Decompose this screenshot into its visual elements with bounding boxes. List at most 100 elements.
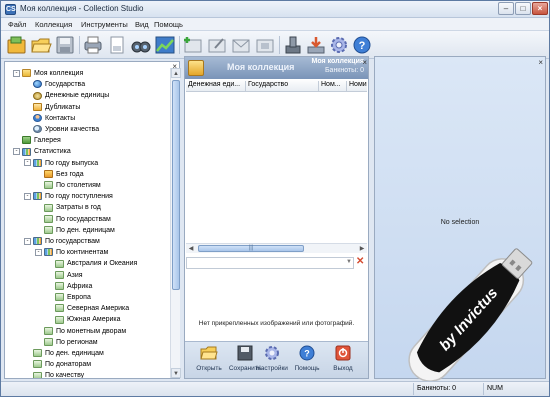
tree-item[interactable]: По ден. единицам bbox=[24, 348, 104, 359]
save-icon[interactable] bbox=[54, 34, 76, 56]
tree-item[interactable]: Контакты bbox=[24, 113, 75, 124]
collapse-toggle-icon[interactable]: - bbox=[24, 192, 31, 200]
tree-item-label: По континентам bbox=[56, 249, 109, 257]
hscroll-thumb[interactable]: ||| bbox=[198, 245, 304, 252]
tree-item[interactable]: Государства bbox=[24, 79, 85, 90]
image-selector[interactable]: ▼ bbox=[186, 257, 354, 269]
folder-icon bbox=[22, 69, 31, 78]
tree-item[interactable]: Галерея bbox=[13, 135, 61, 146]
scroll-thumb[interactable] bbox=[172, 80, 180, 290]
scroll-right-icon[interactable]: ▶ bbox=[357, 244, 367, 254]
no-images-text: Нет прикрепленных изображений или фотогр… bbox=[198, 320, 355, 327]
tree-item[interactable]: Уровни качества bbox=[24, 124, 99, 135]
sub-icon bbox=[55, 293, 64, 302]
chart-icon[interactable] bbox=[154, 34, 176, 56]
item-icon[interactable] bbox=[254, 34, 276, 56]
menu-file[interactable]: Файл bbox=[8, 20, 26, 29]
menu-help[interactable]: Помощь bbox=[154, 20, 183, 29]
tree-item[interactable]: Европа bbox=[46, 292, 91, 303]
close-button[interactable]: × bbox=[532, 2, 548, 15]
column-country[interactable]: Государство bbox=[246, 81, 319, 91]
remove-icon[interactable]: ✕ bbox=[356, 256, 364, 267]
help-icon[interactable]: ? bbox=[351, 34, 373, 56]
download-icon[interactable] bbox=[305, 34, 327, 56]
edit-item-icon[interactable] bbox=[206, 34, 228, 56]
tree-item[interactable]: Африка bbox=[46, 281, 92, 292]
panel-close-icon[interactable]: × bbox=[362, 58, 367, 67]
tree-item[interactable]: По монетным дворам bbox=[35, 326, 126, 337]
tree-item[interactable]: - По году выпуска bbox=[24, 158, 98, 169]
svg-text:?: ? bbox=[304, 349, 310, 359]
mag-icon bbox=[33, 125, 42, 134]
open-folder-icon[interactable] bbox=[30, 34, 52, 56]
tree-item[interactable]: Северная Америка bbox=[46, 303, 129, 314]
tree-item[interactable]: По донаторам bbox=[24, 359, 91, 370]
menu-tools[interactable]: Инструменты bbox=[81, 20, 128, 29]
sub-icon bbox=[55, 281, 64, 290]
column-currency[interactable]: Денежная еди... bbox=[186, 81, 246, 91]
settings-button[interactable]: Настройки bbox=[255, 344, 289, 378]
tree-item[interactable]: По государствам bbox=[35, 214, 111, 225]
chart-icon bbox=[33, 158, 42, 167]
menu-view[interactable]: Вид bbox=[135, 20, 149, 29]
tree-item[interactable]: - По государствам bbox=[24, 236, 100, 247]
title-bar[interactable]: CS Моя коллекция - Collection Studio – □… bbox=[1, 1, 549, 18]
tree-item-label: Австралия и Океания bbox=[67, 260, 138, 268]
tree-item[interactable]: Южная Америка bbox=[46, 314, 121, 325]
collapse-toggle-icon[interactable]: - bbox=[35, 248, 42, 256]
tree-item[interactable]: Денежные единицы bbox=[24, 90, 109, 101]
tree-item[interactable]: - По году поступления bbox=[24, 191, 113, 202]
tree-item[interactable]: Австралия и Океания bbox=[46, 258, 137, 269]
dup-icon bbox=[33, 102, 42, 111]
tree-item-label: Азия bbox=[67, 271, 83, 279]
tree-item[interactable]: Без года bbox=[35, 169, 84, 180]
column-nominal-short[interactable]: Ном... bbox=[319, 81, 347, 91]
no-selection-text: No selection bbox=[440, 219, 480, 226]
tree-item[interactable]: По столетиям bbox=[35, 180, 101, 191]
binoculars-icon[interactable] bbox=[130, 34, 152, 56]
scroll-up-icon[interactable]: ▲ bbox=[171, 68, 181, 78]
table-header: Денежная еди... Государство Ном... Номин bbox=[186, 80, 367, 92]
status-num: NUM bbox=[483, 383, 547, 395]
minimize-button[interactable]: – bbox=[498, 2, 514, 15]
maximize-button[interactable]: □ bbox=[515, 2, 531, 15]
tree-item[interactable]: По регионам bbox=[35, 337, 98, 348]
tree-item[interactable]: - Моя коллекция bbox=[13, 68, 83, 79]
collapse-toggle-icon[interactable]: - bbox=[13, 69, 20, 77]
tree-item[interactable]: Затраты в год bbox=[35, 202, 101, 213]
collapse-toggle-icon[interactable]: - bbox=[13, 148, 20, 156]
tree-item-label: Галерея bbox=[34, 137, 61, 145]
page-icon[interactable] bbox=[106, 34, 128, 56]
column-nominal[interactable]: Номин bbox=[347, 81, 367, 91]
tree-item[interactable]: Дубликаты bbox=[24, 102, 80, 113]
exit-button[interactable]: Выход bbox=[326, 344, 360, 378]
tree-item[interactable]: Азия bbox=[46, 270, 83, 281]
toolbar: ? bbox=[1, 31, 549, 59]
menu-collection[interactable]: Коллекция bbox=[35, 20, 72, 29]
settings-icon[interactable] bbox=[328, 34, 350, 56]
print-icon[interactable] bbox=[82, 34, 104, 56]
tree-item[interactable]: По качеству bbox=[24, 370, 84, 378]
tree-item[interactable]: - По континентам bbox=[35, 247, 108, 258]
usb-stick-watermark: by Invictus bbox=[408, 248, 533, 382]
tree-item-label: Денежные единицы bbox=[45, 92, 110, 100]
open-collection-icon[interactable] bbox=[6, 34, 28, 56]
help-button[interactable]: ? Помощь bbox=[290, 344, 324, 378]
scroll-left-icon[interactable]: ◀ bbox=[186, 244, 196, 254]
panel-close-icon[interactable]: × bbox=[538, 58, 543, 67]
collapse-toggle-icon[interactable]: - bbox=[24, 237, 31, 245]
stamp-icon[interactable] bbox=[282, 34, 304, 56]
tree-item-label: По регионам bbox=[56, 338, 98, 346]
tree-item[interactable]: По ден. единицам bbox=[35, 225, 115, 236]
chevron-down-icon[interactable]: ▼ bbox=[346, 259, 352, 265]
table-hscrollbar[interactable]: ◀ ||| ▶ bbox=[186, 243, 367, 253]
mail-icon[interactable] bbox=[230, 34, 252, 56]
settings-icon bbox=[265, 346, 279, 360]
open-button[interactable]: Открыть bbox=[192, 344, 226, 378]
tree-scrollbar[interactable]: ▲ ▼ bbox=[170, 68, 181, 378]
tree-item[interactable]: - Статистика bbox=[13, 146, 71, 157]
collapse-toggle-icon[interactable]: - bbox=[24, 159, 31, 167]
collection-owner: Моя коллекция bbox=[311, 58, 364, 65]
add-item-icon[interactable] bbox=[182, 34, 204, 56]
scroll-down-icon[interactable]: ▼ bbox=[171, 368, 181, 378]
